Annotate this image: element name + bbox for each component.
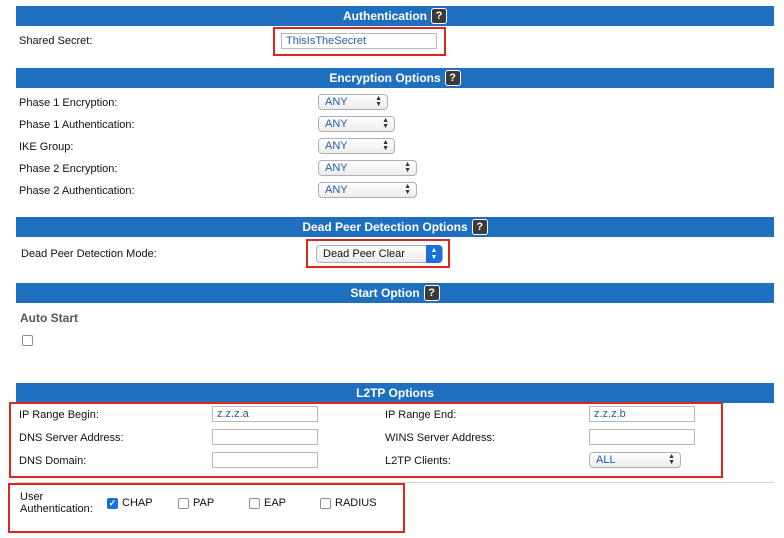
encryption-title: Encryption Options: [329, 71, 441, 85]
chap-label: CHAP: [122, 497, 153, 509]
start-option-title: Start Option: [350, 286, 420, 300]
l2tp-clients-select[interactable]: ALL ▲ ▼: [589, 452, 681, 468]
ip-range-begin-input[interactable]: [212, 406, 318, 422]
stepper-arrows-icon: ▲ ▼: [382, 117, 389, 130]
stepper-arrows-icon: ▲ ▼: [404, 161, 411, 174]
dns-domain-label: DNS Domain:: [19, 455, 87, 467]
dpd-mode-highlight: [306, 239, 450, 268]
dpd-title: Dead Peer Detection Options: [302, 220, 468, 234]
phase1-encryption-select[interactable]: ANY ▲ ▼: [318, 94, 388, 110]
dpd-mode-label: Dead Peer Detection Mode:: [21, 248, 157, 260]
l2tp-header: L2TP Options: [16, 383, 774, 403]
phase1-authentication-label: Phase 1 Authentication:: [19, 119, 135, 131]
l2tp-clients-label: L2TP Clients:: [385, 455, 451, 467]
encryption-header: Encryption Options ?: [16, 68, 774, 88]
ip-range-begin-label: IP Range Begin:: [19, 409, 99, 421]
pap-checkbox[interactable]: [178, 498, 189, 509]
help-icon[interactable]: ?: [444, 70, 461, 86]
phase2-encryption-select[interactable]: ANY ▲ ▼: [318, 160, 417, 176]
phase1-encryption-label: Phase 1 Encryption:: [19, 97, 118, 109]
ip-range-end-label: IP Range End:: [385, 409, 457, 421]
dns-server-label: DNS Server Address:: [19, 432, 124, 444]
ike-group-select[interactable]: ANY ▲ ▼: [318, 138, 395, 154]
phase2-authentication-select[interactable]: ANY ▲ ▼: [318, 182, 417, 198]
pap-label: PAP: [193, 497, 215, 509]
wins-server-input[interactable]: [589, 429, 695, 445]
auto-start-checkbox[interactable]: [22, 335, 33, 346]
dpd-header: Dead Peer Detection Options ?: [16, 217, 774, 237]
ike-group-label: IKE Group:: [19, 141, 74, 153]
stepper-arrows-icon: ▲ ▼: [375, 95, 382, 108]
stepper-arrows-icon: ▲ ▼: [668, 453, 675, 466]
shared-secret-highlight: [273, 27, 446, 56]
eap-checkbox[interactable]: [249, 498, 260, 509]
radius-label: RADIUS: [335, 497, 377, 509]
l2tp-title: L2TP Options: [356, 386, 434, 400]
start-option-header: Start Option ?: [16, 283, 774, 303]
phase1-authentication-select[interactable]: ANY ▲ ▼: [318, 116, 395, 132]
phase2-authentication-label: Phase 2 Authentication:: [19, 185, 135, 197]
ip-range-end-input[interactable]: [589, 406, 695, 422]
dns-domain-input[interactable]: [212, 452, 318, 468]
radius-checkbox[interactable]: [320, 498, 331, 509]
authentication-header: Authentication ?: [16, 6, 774, 26]
authentication-title: Authentication: [343, 9, 427, 23]
help-icon[interactable]: ?: [423, 285, 440, 301]
shared-secret-label: Shared Secret:: [19, 35, 93, 47]
eap-label: EAP: [264, 497, 287, 509]
user-auth-label: User Authentication:: [20, 491, 93, 515]
stepper-arrows-icon: ▲ ▼: [404, 183, 411, 196]
help-icon[interactable]: ?: [431, 8, 447, 24]
stepper-arrows-icon: ▲ ▼: [382, 139, 389, 152]
chap-checkbox[interactable]: ✓: [107, 498, 118, 509]
phase2-encryption-label: Phase 2 Encryption:: [19, 163, 118, 175]
checkmark-icon: ✓: [108, 498, 117, 508]
dns-server-input[interactable]: [212, 429, 318, 445]
help-icon[interactable]: ?: [471, 219, 488, 235]
wins-server-label: WINS Server Address:: [385, 432, 496, 444]
auto-start-label: Auto Start: [20, 311, 78, 325]
